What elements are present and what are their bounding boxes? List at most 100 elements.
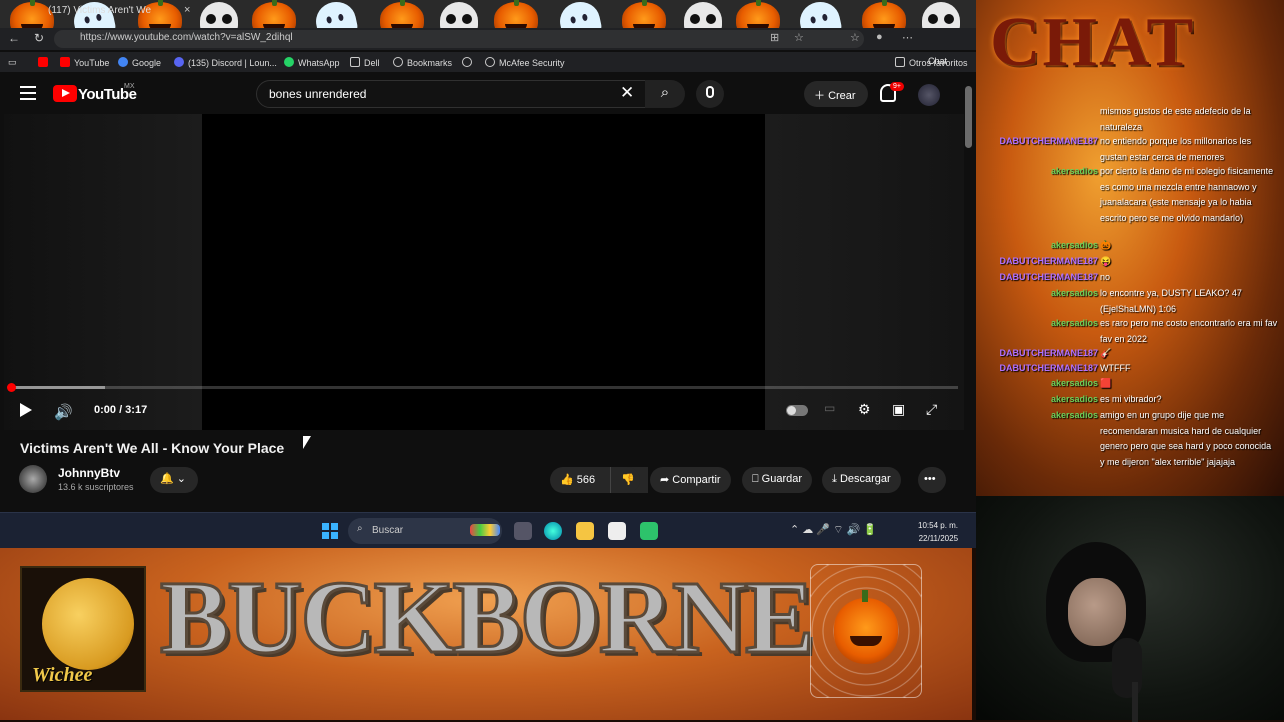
play-icon[interactable]: [20, 403, 32, 417]
thumbs-down-icon: 👎: [621, 474, 635, 486]
ghost-decoration: [556, 0, 604, 28]
pumpkin-decoration: [736, 0, 780, 28]
skull-decoration: [440, 2, 478, 28]
bookmarks-bar: ▭ YouTube Google (135) Discord | Loun...…: [0, 52, 976, 72]
chat-message-text: es raro pero me costo encontrarlo era mi…: [1100, 318, 1278, 344]
pumpkin-decoration: [862, 0, 906, 28]
taskbar-widget-icon[interactable]: [470, 524, 500, 536]
chat-username[interactable]: DABUTCHERMANE187: [999, 254, 1098, 270]
bookmark-whatsapp[interactable]: WhatsApp: [284, 57, 340, 68]
bookmark-icon: ⎕: [752, 473, 759, 485]
chat-username[interactable]: akersadios: [1051, 316, 1098, 332]
chat-message-text: 🎸: [1100, 348, 1112, 358]
theater-mode-icon[interactable]: ▣: [892, 401, 905, 418]
tab-close-icon[interactable]: ×: [184, 4, 190, 16]
chat-message-text: lo encontre ya, DUSTY LEAKO? 47 (EjelSha…: [1100, 288, 1242, 314]
subscribed-bell-button[interactable]: 🔔 ⌄: [150, 467, 198, 493]
globe-icon[interactable]: [462, 57, 476, 68]
streamer-webcam-image: [1036, 542, 1156, 722]
chat-tab-label[interactable]: Chat: [928, 56, 947, 66]
skull-decoration: [922, 2, 960, 28]
star-icon[interactable]: ☆: [794, 31, 804, 44]
back-icon[interactable]: ←: [8, 31, 20, 45]
menu-icon[interactable]: ⋯: [902, 31, 913, 44]
chat-username[interactable]: akersadios: [1051, 376, 1098, 392]
share-button[interactable]: ➦ Compartir: [650, 467, 731, 493]
bookmark-bookmarks[interactable]: Bookmarks: [393, 57, 452, 68]
tab-title[interactable]: (117) Victims Aren't We: [48, 5, 151, 16]
chat-message-text: amigo en un grupo dije que me recomendar…: [1100, 410, 1272, 467]
save-button[interactable]: ⎕ Guardar: [742, 467, 813, 493]
channel-avatar[interactable]: [19, 465, 47, 493]
url-field[interactable]: https://www.youtube.com/watch?v=alSW_2di…: [54, 30, 864, 48]
taskbar-clock[interactable]: 10:54 p. m. 22/11/2025: [918, 519, 958, 545]
scrubber-handle[interactable]: [7, 383, 16, 392]
share-icon: ➦: [660, 474, 670, 486]
download-button[interactable]: ⤓ Descargar: [822, 467, 901, 493]
bookmark-youtube[interactable]: YouTube: [60, 57, 109, 68]
bookmark-dell[interactable]: Dell: [350, 57, 380, 68]
chat-username[interactable]: akersadios: [1051, 238, 1098, 254]
volume-icon[interactable]: 🔊: [54, 403, 74, 421]
skull-decoration: [684, 2, 722, 28]
chat-username[interactable]: akersadios: [1051, 408, 1098, 424]
bookmark-mcafee[interactable]: McAfee Security: [485, 57, 565, 68]
more-actions-button[interactable]: •••: [918, 467, 946, 493]
mouse-cursor: [303, 436, 311, 449]
clear-search-icon[interactable]: ✕: [620, 83, 634, 103]
chat-username[interactable]: DABUTCHERMANE187: [999, 270, 1098, 286]
video-player[interactable]: 🔊 0:00 / 3:17 ▭ ⚙ ▣ ⤢: [4, 114, 964, 430]
bookmark-google[interactable]: Google: [118, 57, 161, 68]
subtitles-icon[interactable]: ▭: [824, 401, 835, 415]
translate-icon[interactable]: ⊞: [770, 31, 779, 44]
video-title: Victims Aren't We All - Know Your Place: [20, 440, 285, 456]
ghost-decoration: [796, 0, 844, 28]
file-explorer-icon[interactable]: [576, 522, 594, 540]
profile-icon[interactable]: ●: [876, 31, 883, 43]
chat-username[interactable]: DABUTCHERMANE187: [999, 134, 1098, 150]
youtube-page: YouTube MX bones unrendered ✕ ⌕ ＋ Crear …: [0, 72, 976, 512]
pumpkin-decoration: [380, 0, 424, 28]
chat-username[interactable]: akersadios: [1051, 164, 1098, 180]
favorites-icon[interactable]: ☆: [850, 31, 860, 44]
download-icon: ⤓: [832, 473, 837, 485]
video-progress-bar[interactable]: [7, 383, 958, 392]
fullscreen-icon[interactable]: ⤢: [926, 401, 937, 418]
chat-message-text: no entiendo porque los millonarios les g…: [1100, 136, 1252, 162]
settings-gear-icon[interactable]: ⚙: [858, 401, 871, 418]
app-icon[interactable]: [640, 522, 658, 540]
channel-name[interactable]: JohnnyBtv: [58, 466, 120, 480]
reload-icon[interactable]: ↻: [34, 31, 44, 45]
tab-strip: (117) Victims Aren't We ×: [0, 0, 976, 28]
microsoft-store-icon[interactable]: [608, 522, 626, 540]
stream-chat-panel: CHAT mismos gustos de este adefecio de l…: [976, 0, 1284, 496]
page-scrollbar[interactable]: [965, 86, 972, 148]
hamburger-menu-icon[interactable]: [20, 86, 36, 100]
pumpkin-decoration: [494, 0, 538, 28]
task-view-icon[interactable]: [514, 522, 532, 540]
create-button[interactable]: ＋ Crear: [804, 81, 868, 107]
chat-username[interactable]: akersadios: [1051, 392, 1098, 408]
youtube-red-icon[interactable]: [38, 57, 52, 68]
voice-search-button[interactable]: [696, 80, 724, 108]
search-input[interactable]: bones unrendered: [256, 80, 646, 108]
chat-username[interactable]: DABUTCHERMANE187: [999, 361, 1098, 377]
bookmark-discord[interactable]: (135) Discord | Loun...: [174, 57, 277, 68]
youtube-logo-icon[interactable]: [53, 85, 77, 102]
chat-message-text: 🎃: [1100, 240, 1112, 250]
search-icon: ⌕: [660, 84, 670, 101]
windows-start-icon[interactable]: [322, 523, 338, 539]
search-button[interactable]: ⌕: [645, 80, 685, 108]
wichee-logo-text: Wichee: [32, 664, 93, 686]
autoplay-toggle[interactable]: [786, 405, 808, 416]
account-avatar[interactable]: [918, 84, 940, 106]
chat-username[interactable]: akersadios: [1051, 286, 1098, 302]
wichee-logo: Wichee: [20, 566, 146, 692]
chat-username[interactable]: DABUTCHERMANE187: [999, 346, 1098, 362]
country-code: MX: [124, 83, 135, 90]
ghost-decoration: [312, 0, 360, 28]
edge-browser-icon[interactable]: [544, 522, 562, 540]
system-tray[interactable]: ⌃ ☁ 🎤 ⌔ 🔊 🔋: [790, 523, 877, 537]
dislike-button[interactable]: 👎: [610, 467, 640, 493]
apps-icon[interactable]: ▭: [8, 57, 17, 68]
